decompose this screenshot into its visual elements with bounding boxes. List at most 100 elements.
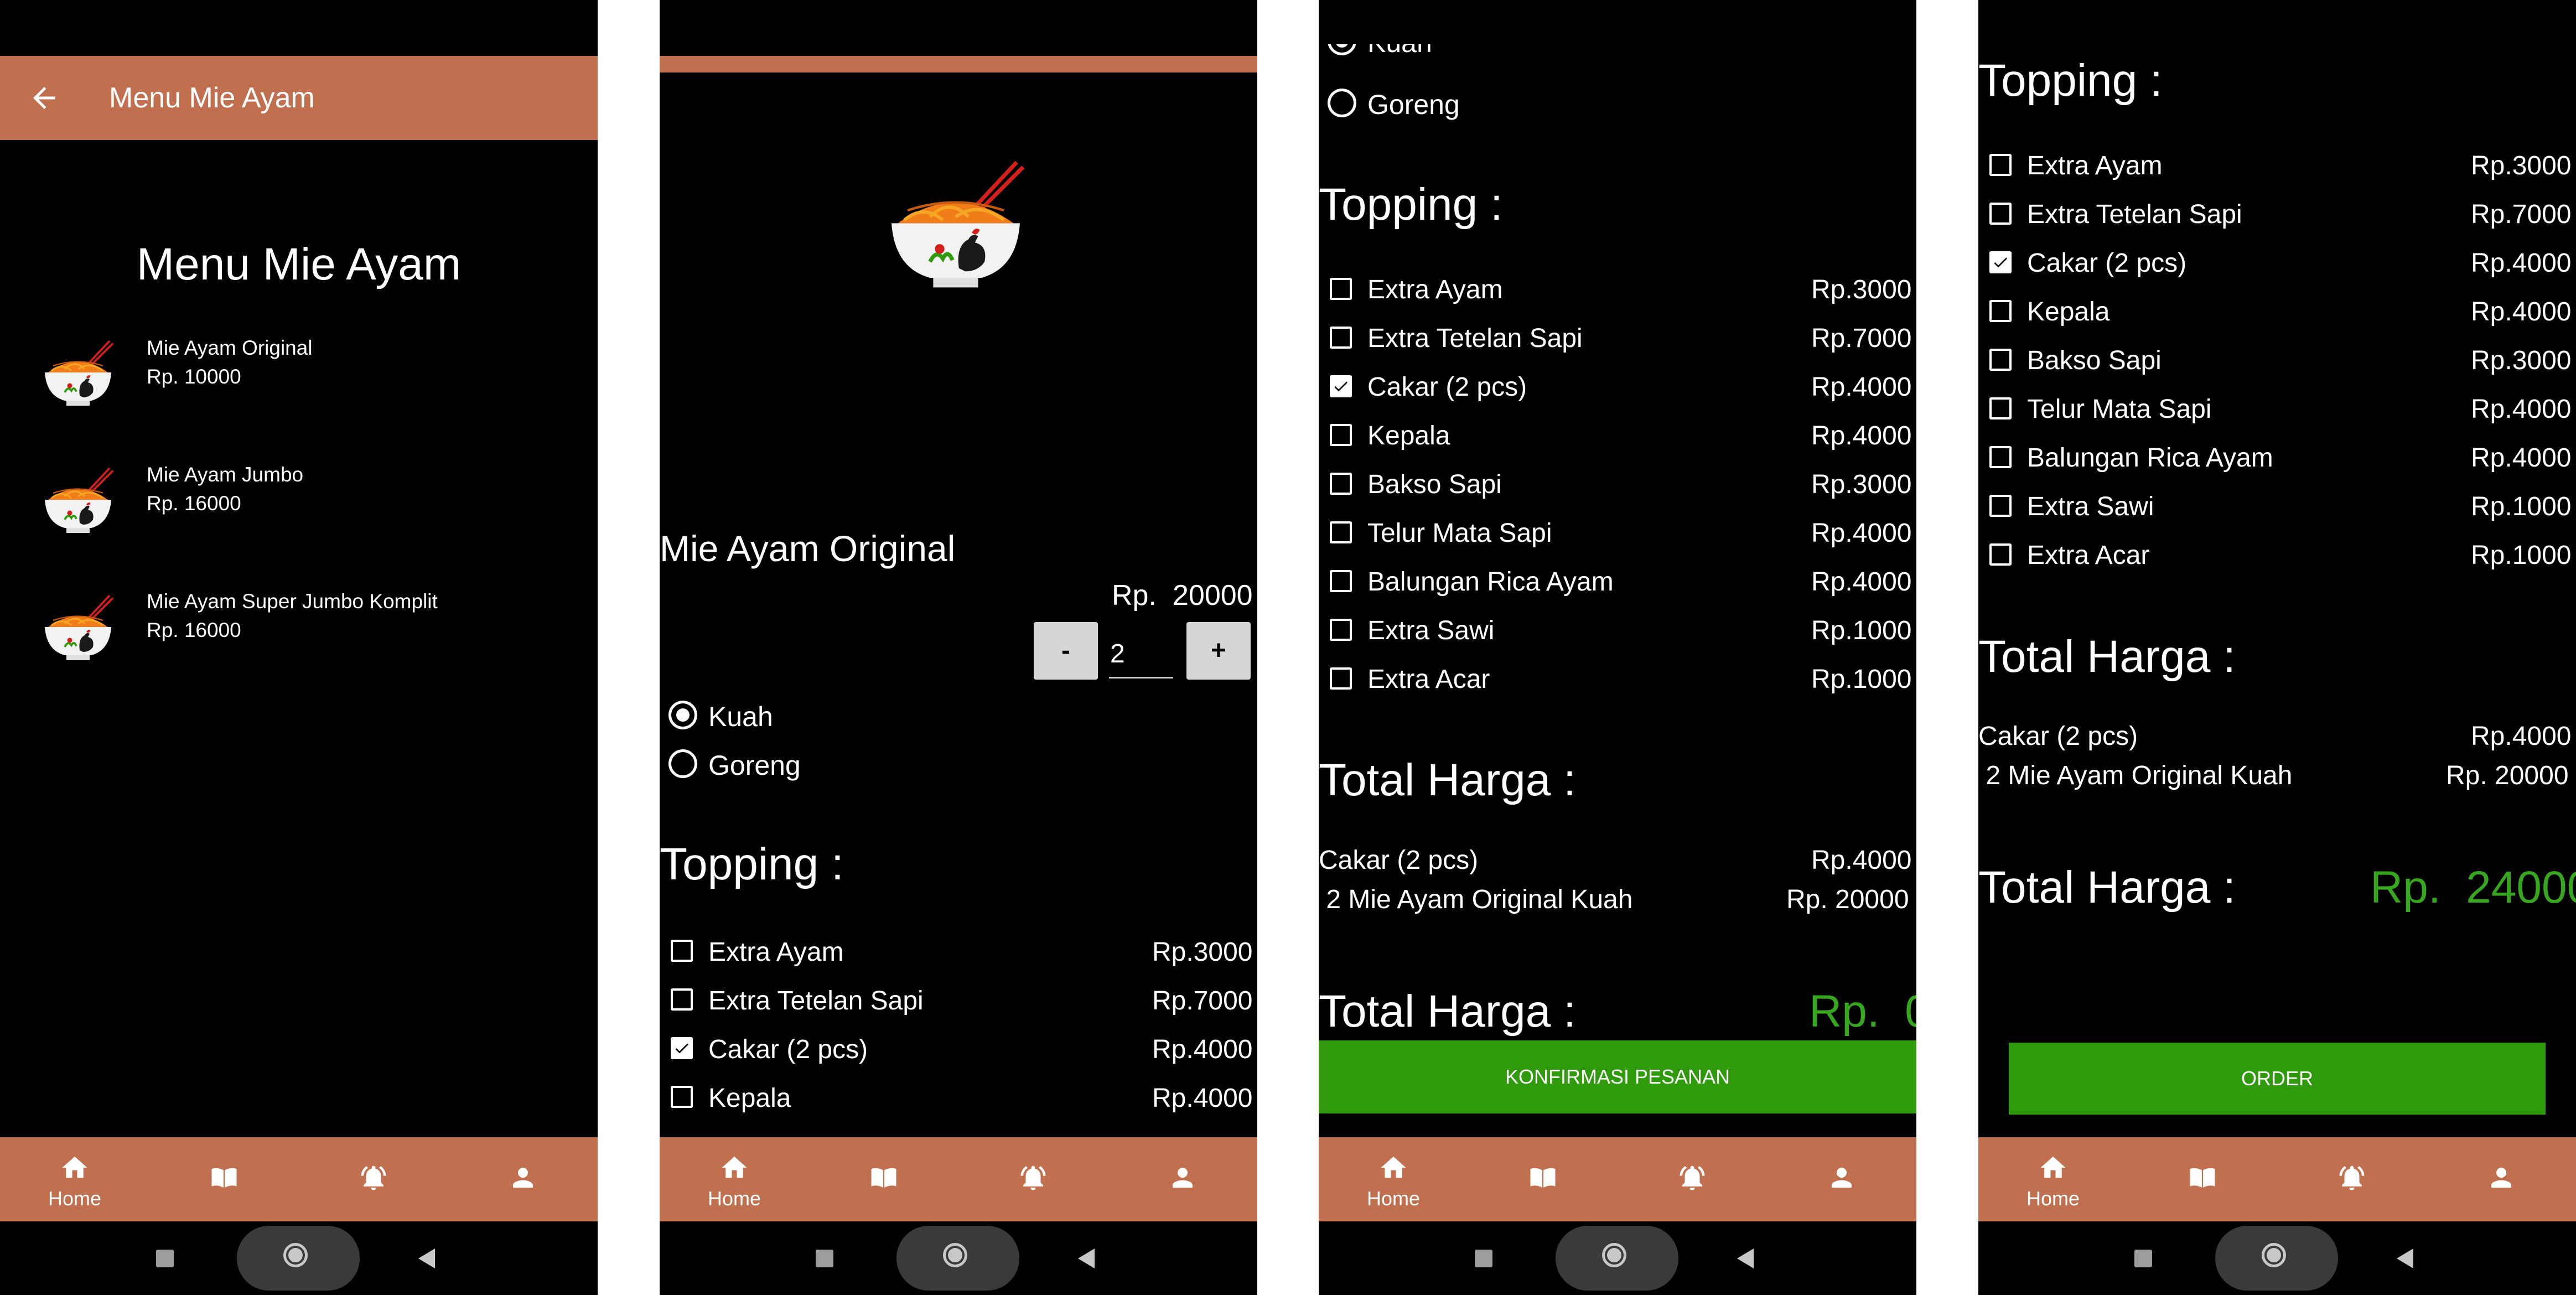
summary-label: Cakar (2 pcs) — [1319, 846, 1479, 875]
topping-checkbox[interactable] — [1989, 154, 2012, 176]
nav-label-home: Home — [2026, 1187, 2080, 1210]
topping-checkbox[interactable] — [671, 988, 693, 1011]
back-icon[interactable] — [2397, 1249, 2413, 1268]
summary-price: Rp.4000 — [1811, 846, 1912, 875]
radio-goreng[interactable] — [1328, 89, 1356, 117]
home-pill-button[interactable] — [237, 1226, 360, 1291]
nav-item-profile[interactable] — [1767, 1137, 1916, 1221]
home-pill-button[interactable] — [896, 1226, 1019, 1291]
nav-item-notifications[interactable] — [958, 1137, 1108, 1221]
topping-checkbox[interactable] — [1330, 327, 1352, 349]
grand-total-value: Rp. 24000 — [2370, 862, 2576, 913]
nav-item-menu[interactable] — [809, 1137, 958, 1221]
menu-item[interactable]: Mie Ayam Jumbo Rp. 16000 — [0, 459, 598, 548]
menu-item[interactable]: Mie Ayam Original Rp. 10000 — [0, 332, 598, 421]
nav-item-profile[interactable] — [1108, 1137, 1257, 1221]
nav-item-notifications[interactable] — [2277, 1137, 2427, 1221]
nav-item-menu[interactable] — [2128, 1137, 2277, 1221]
topping-checkbox[interactable] — [1330, 473, 1352, 495]
check-icon — [1334, 381, 1347, 392]
nav-item-menu[interactable] — [1468, 1137, 1618, 1221]
price-value: 20000 — [1173, 579, 1253, 612]
topping-checkbox[interactable] — [671, 940, 693, 962]
topping-checkbox[interactable] — [1330, 667, 1352, 690]
topping-heading: Topping : — [660, 839, 844, 889]
nav-item-home[interactable]: Home — [0, 1137, 149, 1221]
radio-goreng[interactable] — [668, 749, 697, 778]
topping-checkbox[interactable] — [1330, 278, 1352, 300]
topping-checkbox[interactable] — [671, 1086, 693, 1108]
topping-label: Cakar (2 pcs) — [1367, 372, 1527, 402]
topping-heading: Topping : — [1978, 55, 2163, 106]
bottom-navigation: Home — [1978, 1137, 2576, 1221]
topping-price: Rp.4000 — [2471, 297, 2572, 327]
decrease-quantity-button[interactable]: - — [1034, 622, 1098, 680]
back-icon[interactable] — [1078, 1249, 1095, 1268]
app-bar: Menu Mie Ayam — [0, 56, 598, 140]
nav-item-profile[interactable] — [448, 1137, 598, 1221]
recents-icon[interactable] — [156, 1250, 174, 1267]
summary-price: Rp. 20000 — [1786, 885, 1909, 914]
topping-checkbox[interactable] — [671, 1037, 693, 1059]
topping-checkbox[interactable] — [1330, 375, 1352, 397]
topping-checkbox[interactable] — [1330, 424, 1352, 446]
nav-item-home[interactable]: Home — [1319, 1137, 1468, 1221]
home-dot-icon — [1607, 1248, 1621, 1262]
summary-price: Rp. 20000 — [2446, 761, 2569, 790]
home-icon — [62, 1156, 87, 1178]
topping-checkbox[interactable] — [1989, 300, 2012, 322]
nav-item-profile[interactable] — [2427, 1137, 2576, 1221]
screen-product-detail: Mie Ayam Original Rp. 20000 - 2 + Kuah G… — [660, 0, 1257, 1295]
back-icon[interactable] — [418, 1249, 435, 1268]
topping-checkbox[interactable] — [1989, 397, 2012, 419]
topping-checkbox[interactable] — [1330, 521, 1352, 543]
menu-item[interactable]: Mie Ayam Super Jumbo Komplit Rp. 16000 — [0, 587, 598, 675]
topping-checkbox[interactable] — [1330, 619, 1352, 641]
home-dot-icon — [948, 1248, 962, 1262]
topping-price: Rp.1000 — [2471, 492, 2572, 521]
increase-quantity-button[interactable]: + — [1186, 622, 1251, 680]
radio-kuah[interactable] — [668, 701, 697, 729]
topping-label: Balungan Rica Ayam — [1367, 567, 1614, 597]
book-icon — [2190, 1168, 2215, 1188]
topping-checkbox[interactable] — [1330, 570, 1352, 592]
menu-item-price: Rp. 16000 — [147, 492, 241, 515]
nav-item-home[interactable]: Home — [1978, 1137, 2128, 1221]
confirm-order-button[interactable]: KONFIRMASI PESANAN — [1319, 1040, 1916, 1113]
back-icon[interactable] — [1737, 1249, 1754, 1268]
grand-total-label: Total Harga : — [1978, 862, 2236, 913]
topping-price: Rp.4000 — [2471, 395, 2572, 424]
home-pill-button[interactable] — [2215, 1226, 2338, 1291]
home-pill-button[interactable] — [1556, 1226, 1678, 1291]
nav-item-home[interactable]: Home — [660, 1137, 809, 1221]
recents-icon[interactable] — [816, 1250, 833, 1267]
topping-heading: Topping : — [1319, 179, 1503, 230]
recents-icon[interactable] — [1475, 1250, 1492, 1267]
quantity-field[interactable]: 2 — [1110, 639, 1125, 669]
topping-checkbox[interactable] — [1989, 203, 2012, 225]
menu-item-name: Mie Ayam Jumbo — [147, 463, 304, 486]
order-button[interactable]: ORDER — [2009, 1043, 2546, 1115]
nav-item-notifications[interactable] — [1618, 1137, 1767, 1221]
system-navigation-bar — [660, 1221, 1257, 1295]
book-icon — [211, 1168, 237, 1188]
check-icon — [1994, 257, 2007, 268]
bottom-navigation: Home — [660, 1137, 1257, 1221]
topping-checkbox[interactable] — [1989, 349, 2012, 371]
topping-label: Extra Tetelan Sapi — [2027, 200, 2242, 229]
topping-checkbox[interactable] — [1989, 543, 2012, 566]
bell-icon — [2339, 1166, 2365, 1190]
check-icon — [675, 1043, 688, 1054]
menu-item-price: Rp. 16000 — [147, 619, 241, 641]
topping-checkbox[interactable] — [1989, 446, 2012, 468]
topping-checkbox[interactable] — [1989, 251, 2012, 273]
recents-icon[interactable] — [2134, 1250, 2152, 1267]
topping-price: Rp.1000 — [2471, 541, 2572, 570]
back-arrow-icon[interactable] — [28, 81, 61, 115]
topping-price: Rp.4000 — [1811, 567, 1912, 597]
nav-item-menu[interactable] — [149, 1137, 299, 1221]
topping-checkbox[interactable] — [1989, 495, 2012, 517]
topping-price: Rp.7000 — [2471, 200, 2572, 229]
nav-item-notifications[interactable] — [299, 1137, 448, 1221]
grand-total-label: Total Harga : — [1319, 986, 1576, 1037]
